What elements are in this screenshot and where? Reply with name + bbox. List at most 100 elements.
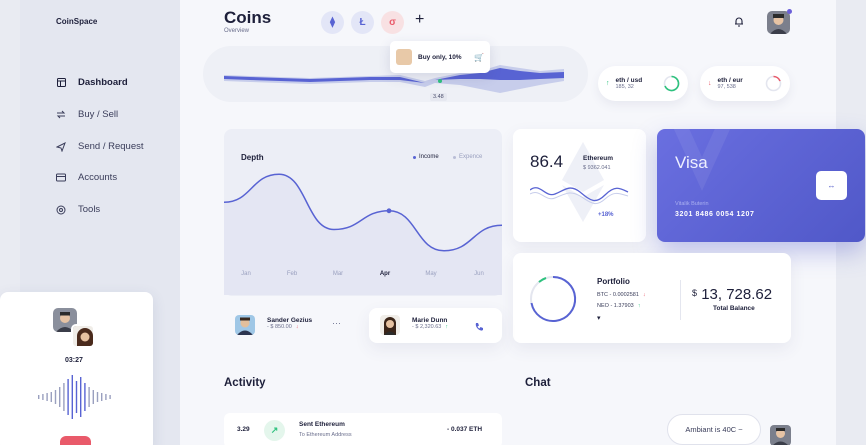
arrow-up-icon: ↑ bbox=[606, 80, 610, 87]
voice-bar bbox=[88, 387, 90, 407]
send-icon bbox=[56, 141, 66, 152]
depth-area bbox=[224, 174, 502, 295]
contact-marie[interactable]: Marie Dunn - $ 2,320.63 ↑ bbox=[369, 308, 502, 343]
contact-sander[interactable]: Sander Gezius - $ 850.00 ↓ ··· bbox=[224, 308, 359, 343]
highlight-point bbox=[386, 208, 392, 214]
litecoin-icon: Ł bbox=[359, 17, 366, 28]
eth-eur-pill[interactable]: ↓ eth / eur 97, 538 bbox=[700, 66, 790, 101]
arrow-up-icon: ↑ bbox=[637, 303, 641, 309]
ethereum-value: 86.4 bbox=[530, 152, 564, 171]
total-balance: $ 13, 728.62 bbox=[692, 286, 772, 303]
chat-heading: Chat bbox=[525, 377, 551, 389]
coin-icon: σ bbox=[389, 17, 396, 28]
sidebar-item-buy-sell[interactable]: Buy / Sell bbox=[56, 109, 118, 120]
call-duration: 03:27 bbox=[65, 357, 83, 364]
voice-bar bbox=[105, 394, 107, 400]
tooltip-avatar bbox=[396, 49, 412, 65]
cart-icon[interactable]: 🛒 bbox=[474, 53, 484, 62]
ethereum-name: Ethereum bbox=[583, 155, 613, 162]
voice-bar bbox=[109, 395, 111, 399]
sidebar-item-label: Accounts bbox=[78, 172, 118, 183]
chat-message[interactable]: Ambiant is 40C ~ bbox=[667, 414, 761, 445]
portfolio-more-button[interactable]: ▾ bbox=[597, 314, 601, 322]
wave-tooltip: Buy only, 10% 🛒 bbox=[390, 41, 490, 73]
exchange-icon bbox=[56, 110, 66, 120]
x-tick-label: Jun bbox=[474, 271, 484, 277]
voice-bar bbox=[71, 375, 73, 419]
page-title: Coins bbox=[224, 8, 272, 27]
legend-income[interactable]: Income bbox=[413, 154, 439, 160]
activity-row[interactable]: 3.29 ↗ Sent Ethereum To Ethereum Address… bbox=[224, 413, 502, 445]
dashboard-icon bbox=[56, 78, 66, 88]
arrows-icon: ↔ bbox=[827, 181, 836, 190]
card-holder: Vitalik Buterin bbox=[675, 201, 709, 207]
x-tick-label: Jan bbox=[241, 271, 251, 277]
portfolio-ring-chart bbox=[530, 275, 577, 322]
sidebar-item-label: Tools bbox=[78, 204, 101, 215]
end-call-button[interactable] bbox=[60, 436, 91, 445]
brand-logo: CoinSpace bbox=[56, 17, 98, 26]
phone-icon[interactable] bbox=[474, 319, 484, 337]
voice-bar bbox=[75, 381, 78, 413]
sidebar-item-label: Send / Request bbox=[78, 141, 144, 152]
sidebar-item-dashboard[interactable]: Dashboard bbox=[56, 77, 128, 88]
voice-bar bbox=[63, 383, 65, 411]
litecoin-coin-button[interactable]: Ł bbox=[351, 11, 374, 34]
arrow-up-right-icon: ↗ bbox=[264, 420, 285, 441]
other-coin-button[interactable]: σ bbox=[381, 11, 404, 34]
callee-avatar bbox=[71, 324, 95, 348]
x-tick-label: May bbox=[425, 271, 436, 277]
card-transfer-button[interactable]: ↔ bbox=[816, 171, 847, 200]
eth-usd-pill[interactable]: ↑ eth / usd 185, 32 bbox=[598, 66, 688, 101]
total-balance-label: Total Balance bbox=[713, 305, 755, 312]
sidebar-item-tools[interactable]: Tools bbox=[56, 204, 100, 215]
tooltip-text: Buy only, 10% bbox=[418, 53, 462, 61]
bell-icon[interactable] bbox=[734, 14, 744, 32]
add-coin-button[interactable]: + bbox=[415, 11, 424, 29]
voice-bar bbox=[42, 394, 44, 400]
pair-value: 97, 538 bbox=[717, 84, 736, 90]
voice-bar bbox=[92, 390, 94, 404]
contact-amount: - $ 2,320.63 bbox=[412, 324, 442, 330]
notification-dot bbox=[787, 9, 792, 14]
voice-bar bbox=[50, 392, 52, 402]
contact-name: Sander Gezius bbox=[267, 317, 313, 324]
contact-avatar bbox=[380, 315, 400, 335]
activity-title: Sent Ethereum bbox=[299, 421, 345, 428]
user-avatar[interactable] bbox=[767, 11, 790, 34]
tools-icon bbox=[56, 205, 66, 215]
chat-avatar bbox=[770, 425, 791, 445]
holding-text: BTC - 0.0002581 bbox=[597, 292, 639, 298]
wave-value-tag: 3.48 bbox=[430, 93, 447, 101]
voice-bar bbox=[59, 387, 61, 407]
progress-ring-icon bbox=[765, 75, 782, 92]
legend-label: Expence bbox=[459, 154, 483, 160]
ethereum-coin-button[interactable]: ⧫ bbox=[321, 11, 344, 34]
pair-value: 185, 32 bbox=[615, 84, 634, 90]
depth-title: Depth bbox=[241, 153, 264, 162]
arrow-down-icon: ↓ bbox=[642, 292, 646, 298]
sidebar-item-send-request[interactable]: Send / Request bbox=[56, 141, 144, 152]
sidebar-item-accounts[interactable]: Accounts bbox=[56, 172, 117, 183]
voice-bar bbox=[101, 393, 103, 401]
portfolio-title: Portfolio bbox=[597, 277, 630, 286]
pair-label: eth / usd bbox=[615, 77, 643, 84]
ethereum-price: $ 9362.041 bbox=[583, 165, 611, 171]
ethereum-icon: ⧫ bbox=[330, 17, 335, 28]
total-value: 13, 728.62 bbox=[701, 286, 773, 303]
contact-amount: - $ 850.00 bbox=[267, 324, 292, 330]
page-subtitle: Overview bbox=[224, 28, 250, 34]
portfolio-line-neo: NEO - 1.37903 ↑ bbox=[597, 303, 640, 309]
legend-expence[interactable]: Expence bbox=[453, 154, 482, 160]
progress-ring-icon bbox=[663, 75, 680, 92]
voice-bar bbox=[84, 383, 86, 411]
voice-bar bbox=[38, 395, 40, 399]
activity-subtitle: To Ethereum Address bbox=[299, 432, 352, 438]
more-icon[interactable]: ··· bbox=[332, 318, 341, 328]
ethereum-change: +18% bbox=[598, 212, 614, 218]
divider bbox=[680, 280, 681, 320]
x-tick-label: Apr bbox=[380, 271, 391, 277]
legend-dot bbox=[453, 155, 456, 159]
depth-chart: Jan Feb Mar Apr May Jun bbox=[224, 173, 502, 295]
legend-label: Income bbox=[419, 154, 439, 160]
